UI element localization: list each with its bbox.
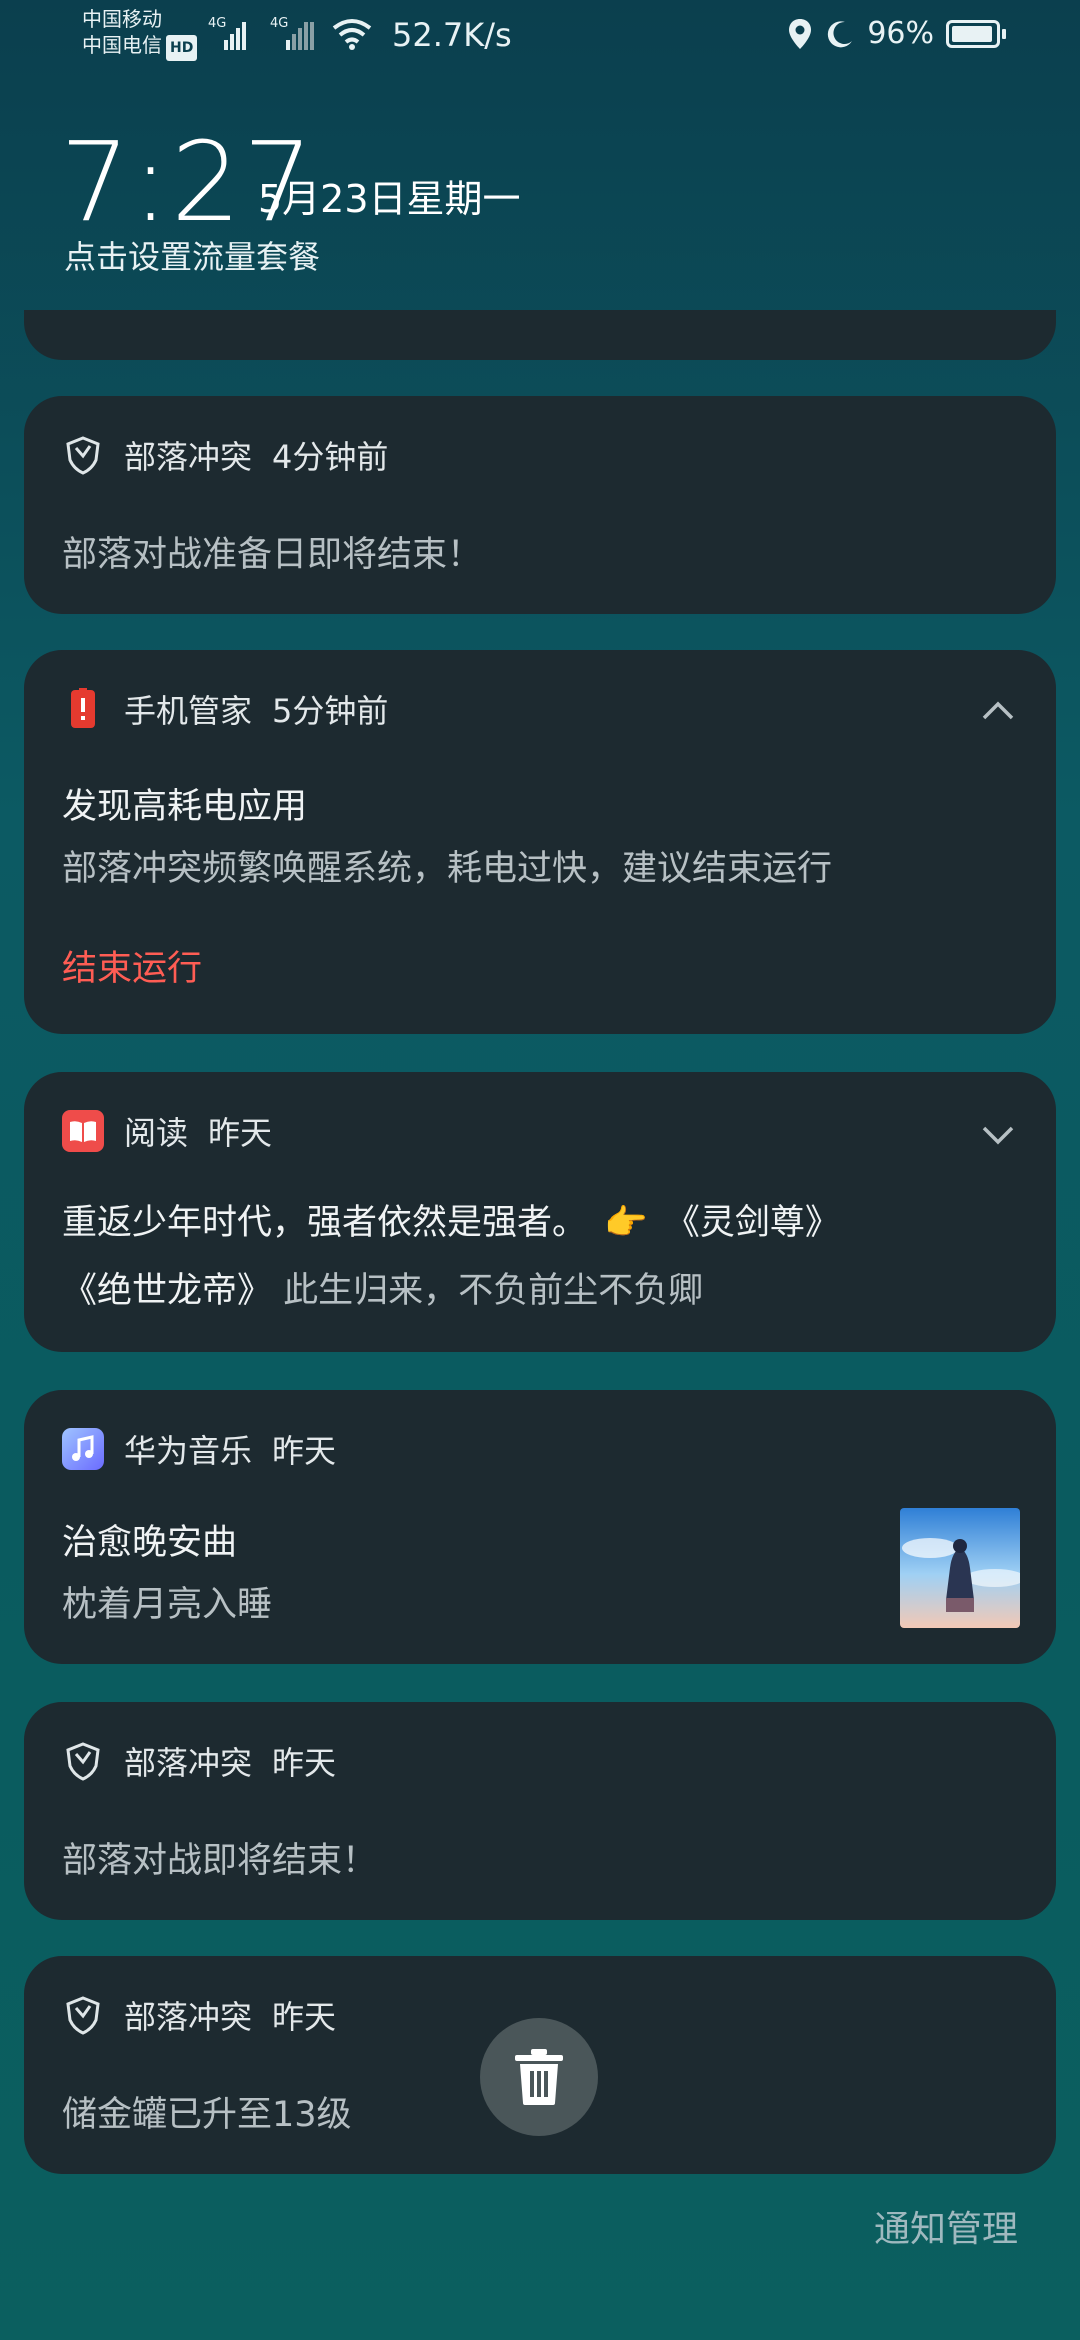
book-title-1: 《灵剑尊》 [664, 1203, 840, 1243]
book-title-2: 《绝世龙帝》 [62, 1271, 273, 1311]
notification-time: 4分钟前 [272, 438, 389, 476]
notification-body: 枕着月亮入睡 [62, 1585, 273, 1625]
notification-body: 部落冲突频繁唤醒系统，耗电过快，建议结束运行 [62, 849, 833, 889]
network-type-2: 4G [270, 16, 289, 31]
clash-shield-icon [62, 434, 104, 476]
notification-time: 昨天 [272, 1744, 337, 1782]
end-running-button[interactable]: 结束运行 [62, 940, 202, 991]
notification-body: 部落对战即将结束！ [62, 1841, 378, 1881]
notification-card-clash-2[interactable]: 部落冲突 昨天 部落对战即将结束！ [24, 1702, 1056, 1920]
app-name: 部落冲突 [124, 1998, 253, 2036]
notification-title: 重返少年时代，强者依然是强者。 👉 《灵剑尊》 [62, 1194, 840, 1245]
notification-body: 《绝世龙帝》 此生归来，不负前尘不负卿 [62, 1262, 703, 1313]
moon-icon [828, 20, 853, 47]
chevron-down-icon[interactable] [978, 1114, 1018, 1154]
notification-header: 手机管家 5分钟前 [62, 686, 388, 732]
date-label: 5月23日星期一 [258, 177, 521, 221]
notification-header: 部落冲突 昨天 [62, 1992, 336, 2038]
notification-management-link[interactable]: 通知管理 [874, 2200, 1018, 2252]
carrier-info: 中国移动 中国电信 HD [82, 6, 198, 61]
pointing-hand-emoji: 👉 [604, 1203, 648, 1243]
notification-card-reading[interactable]: 阅读 昨天 重返少年时代，强者依然是强者。 👉 《灵剑尊》 《绝世龙帝》 此生归… [24, 1072, 1056, 1352]
notification-time: 5分钟前 [272, 692, 389, 730]
phone-manager-battery-icon [62, 688, 104, 730]
app-name: 华为音乐 [124, 1432, 253, 1470]
promo-text: 重返少年时代，强者依然是强者。 [62, 1203, 588, 1243]
trash-icon [515, 2049, 563, 2105]
status-bar: 中国移动 中国电信 HD 4G 4G 52.7K/s 96% [0, 0, 1080, 76]
network-speed: 52.7K/s [392, 16, 512, 54]
notification-title: 发现高耗电应用 [62, 787, 308, 827]
clash-shield-icon [62, 1994, 104, 2036]
promo-subtext: 此生归来，不负前尘不负卿 [283, 1271, 704, 1311]
carrier-1: 中国移动 [82, 7, 162, 31]
app-name: 部落冲突 [124, 438, 253, 476]
notification-time: 昨天 [272, 1432, 337, 1470]
book-icon [62, 1110, 104, 1152]
location-icon [789, 18, 812, 49]
signal-icon-1: 4G [208, 16, 252, 56]
hd-badge: HD [166, 35, 198, 61]
notification-header: 部落冲突 4分钟前 [62, 432, 388, 478]
system-indicators: 96% [787, 16, 1006, 51]
battery-icon [946, 19, 1006, 48]
notification-time: 昨天 [272, 1998, 337, 2036]
notification-title: 治愈晚安曲 [62, 1523, 238, 1563]
data-plan-link[interactable]: 点击设置流量套餐 [64, 232, 320, 278]
notification-header: 华为音乐 昨天 [62, 1426, 336, 1472]
notification-header: 阅读 昨天 [62, 1108, 272, 1154]
notification-card-music[interactable]: 华为音乐 昨天 治愈晚安曲 枕着月亮入睡 [24, 1390, 1056, 1664]
battery-percent: 96% [867, 16, 934, 51]
notification-body: 部落对战准备日即将结束！ [62, 535, 483, 575]
network-type-1: 4G [208, 16, 227, 31]
clash-shield-icon [62, 1740, 104, 1782]
app-name: 部落冲突 [124, 1744, 253, 1782]
music-note-icon [62, 1428, 104, 1470]
app-name: 手机管家 [124, 692, 253, 730]
chevron-up-icon[interactable] [978, 692, 1018, 732]
notification-card-clash-1[interactable]: 部落冲突 4分钟前 部落对战准备日即将结束！ [24, 396, 1056, 614]
clear-all-button[interactable] [480, 2018, 598, 2136]
wifi-icon [330, 16, 374, 56]
album-art-thumbnail [900, 1508, 1020, 1628]
notification-body: 储金罐已升至13级 [62, 2095, 352, 2135]
signal-icon-2: 4G [270, 16, 324, 56]
app-name: 阅读 [124, 1114, 189, 1152]
carrier-2: 中国电信 [82, 33, 162, 57]
notification-card-partial[interactable] [24, 310, 1056, 360]
notification-header: 部落冲突 昨天 [62, 1738, 336, 1784]
notification-time: 昨天 [208, 1114, 273, 1152]
notification-card-phone-manager[interactable]: 手机管家 5分钟前 发现高耗电应用 部落冲突频繁唤醒系统，耗电过快，建议结束运行… [24, 650, 1056, 1034]
